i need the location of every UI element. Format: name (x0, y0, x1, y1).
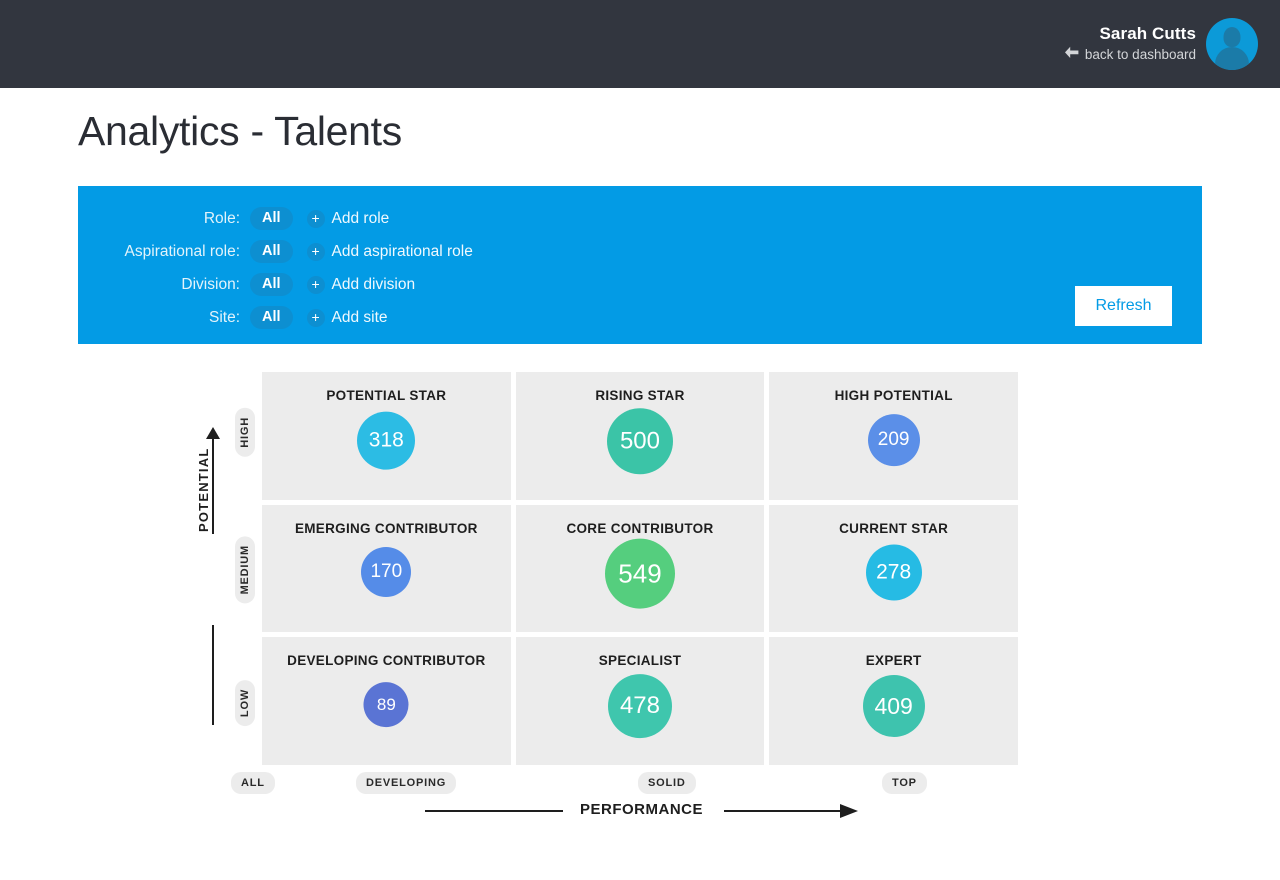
matrix-cell-bubble: 500 (606, 408, 673, 475)
x-axis-tick-top: TOP (882, 772, 927, 794)
back-to-dashboard-label: back to dashboard (1084, 47, 1196, 63)
filter-panel: Role: All + Add role Aspirational role: … (78, 186, 1202, 344)
matrix-cell[interactable]: SPECIALIST 478 (515, 637, 765, 765)
y-axis-tick-medium: MEDIUM (235, 536, 255, 604)
matrix-cell-title: EXPERT (865, 653, 922, 669)
matrix-cell[interactable]: POTENTIAL STAR 318 (262, 372, 511, 500)
refresh-button[interactable]: Refresh (1075, 286, 1172, 326)
matrix-cell-title: CORE CONTRIBUTOR (566, 520, 714, 536)
filter-row-aspirational-role: Aspirational role: All + Add aspirationa… (78, 235, 558, 268)
matrix-cell-bubble: 318 (357, 411, 416, 470)
matrix-cell-bubble: 478 (607, 674, 672, 739)
add-aspirational-role-button[interactable]: + Add aspirational role (306, 242, 473, 261)
add-aspirational-role-label: Add aspirational role (331, 242, 473, 260)
matrix-cell[interactable]: CURRENT STAR 278 (769, 504, 1018, 633)
matrix-cell-bubble: 209 (867, 413, 920, 466)
filter-label-role: Role: (203, 209, 240, 227)
add-division-label: Add division (331, 275, 416, 293)
plus-icon: + (306, 308, 325, 327)
x-axis-arrow-icon (840, 804, 858, 818)
matrix-cell-bubble: 170 (361, 547, 412, 598)
matrix-cell[interactable]: DEVELOPING CONTRIBUTOR 89 (262, 637, 511, 765)
matrix-cell-bubble: 549 (604, 539, 675, 610)
page-title: Analytics - Talents (78, 108, 402, 154)
y-axis-tick-low: LOW (235, 680, 255, 727)
avatar-head-shape (1223, 27, 1241, 47)
plus-icon: + (306, 209, 325, 228)
talent-matrix-grid: POTENTIAL STAR 318 RISING STAR 500 HIGH POTE… (262, 372, 1018, 765)
x-axis-tick-all: ALL (231, 772, 275, 794)
plus-icon: + (306, 275, 325, 294)
y-axis-line-upper (212, 434, 214, 534)
matrix-cell-title: SPECIALIST (598, 653, 682, 669)
top-header-bar: Sarah Cutts back to dashboard (0, 0, 1280, 88)
filter-row-role: Role: All + Add role (78, 202, 558, 235)
arrow-left-icon (1064, 46, 1079, 64)
y-axis-title: POTENTIAL (196, 447, 211, 532)
x-axis-tick-developing: DEVELOPING (356, 772, 457, 794)
x-axis-tick-solid: SOLID (638, 772, 696, 794)
filter-label-aspirational-role: Aspirational role: (124, 242, 240, 260)
x-axis-line-right (724, 810, 840, 812)
filter-row-site: Site: All + Add site (78, 301, 558, 334)
matrix-cell-bubble: 409 (862, 675, 925, 738)
filter-value-role[interactable]: All (250, 207, 293, 230)
y-axis-arrow-icon (206, 427, 220, 439)
user-avatar-icon[interactable] (1206, 18, 1258, 70)
filter-label-site: Site: (208, 308, 240, 326)
matrix-cell-title: HIGH POTENTIAL (834, 388, 953, 403)
matrix-cell-title: RISING STAR (595, 388, 685, 403)
add-division-button[interactable]: + Add division (306, 275, 416, 294)
add-site-label: Add site (331, 308, 388, 326)
back-to-dashboard-link[interactable]: back to dashboard (1064, 46, 1196, 64)
add-role-label: Add role (331, 209, 390, 227)
avatar-body-shape (1215, 47, 1249, 70)
matrix-cell[interactable]: RISING STAR 500 (515, 372, 765, 500)
x-axis-line-left (425, 810, 563, 812)
y-axis-line-lower (212, 625, 214, 725)
matrix-cell[interactable]: EMERGING CONTRIBUTOR 170 (262, 504, 511, 633)
matrix-cell-title: EMERGING CONTRIBUTOR (294, 520, 478, 536)
filter-rows-container: Role: All + Add role Aspirational role: … (78, 202, 558, 334)
filter-value-site[interactable]: All (250, 306, 293, 329)
matrix-cell-title: CURRENT STAR (839, 520, 949, 536)
plus-icon: + (306, 242, 325, 261)
matrix-cell-title: DEVELOPING CONTRIBUTOR (287, 653, 486, 669)
user-name: Sarah Cutts (1099, 24, 1196, 44)
filter-value-division[interactable]: All (250, 273, 293, 296)
matrix-cell[interactable]: CORE CONTRIBUTOR 549 (515, 504, 765, 633)
filter-value-aspirational-role[interactable]: All (250, 240, 293, 263)
y-axis-tick-high: HIGH (235, 408, 255, 457)
user-text-group: Sarah Cutts back to dashboard (1064, 24, 1196, 64)
matrix-cell[interactable]: HIGH POTENTIAL 209 (769, 372, 1018, 500)
add-role-button[interactable]: + Add role (306, 209, 390, 228)
user-account-block[interactable]: Sarah Cutts back to dashboard (1064, 0, 1258, 88)
filter-row-division: Division: All + Add division (78, 268, 558, 301)
matrix-cell[interactable]: EXPERT 409 (769, 637, 1018, 765)
add-site-button[interactable]: + Add site (306, 308, 388, 327)
matrix-cell-bubble: 278 (865, 544, 922, 601)
matrix-cell-title: POTENTIAL STAR (326, 388, 447, 403)
filter-label-division: Division: (181, 275, 240, 293)
x-axis-title: PERFORMANCE (580, 801, 704, 818)
matrix-cell-bubble: 89 (363, 682, 409, 728)
